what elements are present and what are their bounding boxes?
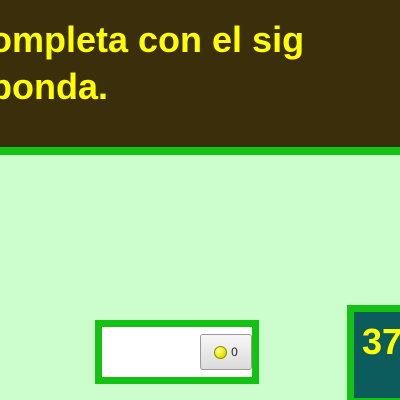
answer-input[interactable] xyxy=(110,334,194,370)
check-count: 0 xyxy=(231,345,238,359)
instruction-text: ompleta con el sig ponda. xyxy=(0,16,400,110)
check-button[interactable]: 0 xyxy=(200,334,252,370)
score-value: 37 xyxy=(362,321,400,362)
score-panel: 37 xyxy=(354,312,400,398)
instruction-line-2: ponda. xyxy=(0,66,108,107)
instruction-panel: ompleta con el sig ponda. xyxy=(0,0,400,155)
answer-inner: 0 xyxy=(102,327,252,377)
instruction-line-1: ompleta con el sig xyxy=(0,19,305,60)
yellow-dot-icon xyxy=(214,345,228,359)
score-box: 37 xyxy=(347,305,400,400)
exercise-stage: ompleta con el sig ponda. 0 37 xyxy=(0,0,400,400)
answer-box: 0 xyxy=(95,320,259,384)
